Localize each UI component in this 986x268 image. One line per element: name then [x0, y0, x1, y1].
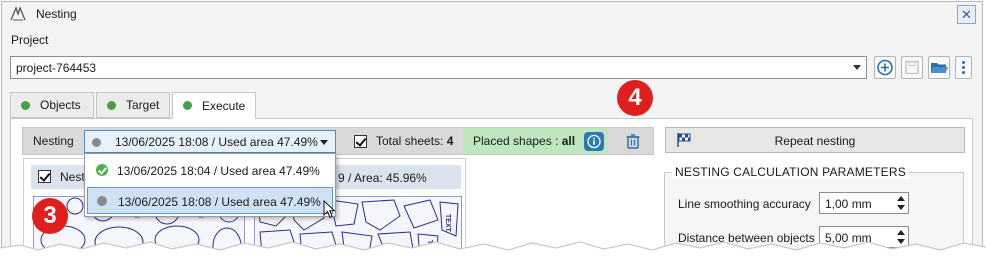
spin-up-icon[interactable]: [897, 196, 905, 201]
torn-edge-decoration: [0, 241, 986, 268]
trash-icon: [626, 134, 640, 149]
tab-target[interactable]: Target: [96, 92, 170, 118]
total-sheets-checkbox[interactable]: [354, 135, 367, 148]
grey-dot-icon: [97, 196, 107, 206]
nesting-app-icon: [10, 6, 26, 21]
annotation-badge-3: 3: [32, 198, 68, 234]
tab-objects-label: Objects: [40, 98, 81, 112]
nesting-parameters-title: NESTING CALCULATION PARAMETERS: [672, 165, 909, 179]
more-vert-icon: [962, 61, 965, 74]
status-dot-icon: [107, 100, 116, 110]
sheet-header-left-text: Nest: [60, 170, 85, 184]
checkered-flag-icon: [677, 133, 691, 147]
dropdown-item-highlighted[interactable]: 13/06/2025 18:08 / Used area 47.49%: [87, 187, 333, 214]
spin-down-icon[interactable]: [897, 205, 905, 210]
save-icon: [905, 60, 919, 75]
tab-objects[interactable]: Objects: [10, 92, 94, 118]
title-bar: [2, 2, 982, 30]
placed-shapes-text: Placed shapes : all: [473, 134, 575, 148]
nesting-selected-value: 13/06/2025 18:08 / Used area 47.49%: [115, 135, 318, 149]
nesting-result-combobox[interactable]: 13/06/2025 18:08 / Used area 47.49%: [84, 130, 336, 153]
sheet-text-mark: TEXT: [444, 214, 451, 233]
total-sheets-text: Total sheets:: [376, 134, 444, 148]
check-circle-icon: [96, 164, 108, 176]
project-value: project-764453: [16, 61, 97, 75]
total-sheets-value: 4: [446, 134, 454, 148]
project-combobox[interactable]: project-764453: [10, 56, 867, 79]
tab-target-label: Target: [126, 98, 160, 112]
open-project-button[interactable]: [928, 56, 950, 79]
delete-nesting-button[interactable]: [623, 132, 643, 151]
mouse-cursor-icon: [323, 200, 336, 219]
status-dot-icon: [183, 101, 192, 110]
project-label: Project: [11, 33, 49, 47]
nesting-label: Nesting: [33, 134, 74, 148]
close-button[interactable]: ✕: [957, 5, 976, 24]
sheet-checkbox[interactable]: [38, 170, 51, 183]
dropdown-item-text: 13/06/2025 18:04 / Used area 47.49%: [117, 164, 320, 178]
repeat-nesting-label: Repeat nesting: [774, 134, 856, 148]
repeat-nesting-button[interactable]: Repeat nesting: [665, 127, 965, 153]
tab-execute[interactable]: Execute: [172, 92, 256, 119]
placed-shapes-value: all: [561, 134, 576, 148]
line-smoothing-input[interactable]: 1,00 mm: [819, 192, 909, 214]
placed-shapes-label: Placed shapes :: [473, 134, 559, 148]
total-sheets-label: Total sheets: 4: [376, 134, 453, 148]
grey-dot-icon: [92, 138, 101, 147]
nesting-dropdown-list: 13/06/2025 18:04 / Used area 47.49% 13/0…: [84, 153, 336, 217]
annotation-badge-4: 4: [617, 80, 653, 116]
info-icon: [587, 134, 601, 149]
chevron-down-icon: [320, 140, 328, 145]
status-dot-icon: [21, 100, 30, 110]
sheet-header-right-text: 9 / Area: 45.96%: [338, 171, 427, 185]
info-button[interactable]: [584, 132, 604, 151]
chevron-down-icon: [853, 65, 861, 70]
save-project-button[interactable]: [901, 56, 923, 79]
close-icon: ✕: [961, 7, 972, 22]
add-project-button[interactable]: [874, 56, 896, 79]
add-circle-icon: [877, 59, 893, 76]
tab-execute-label: Execute: [202, 98, 246, 113]
window-title: Nesting: [36, 7, 77, 21]
dropdown-item-text: 13/06/2025 18:08 / Used area 47.49%: [118, 195, 321, 209]
more-options-button[interactable]: [955, 56, 972, 79]
open-folder-icon: [931, 63, 948, 73]
dropdown-item[interactable]: 13/06/2025 18:04 / Used area 47.49%: [87, 157, 333, 184]
line-smoothing-label: Line smoothing accuracy: [678, 197, 811, 211]
line-smoothing-value: 1,00 mm: [825, 197, 872, 211]
